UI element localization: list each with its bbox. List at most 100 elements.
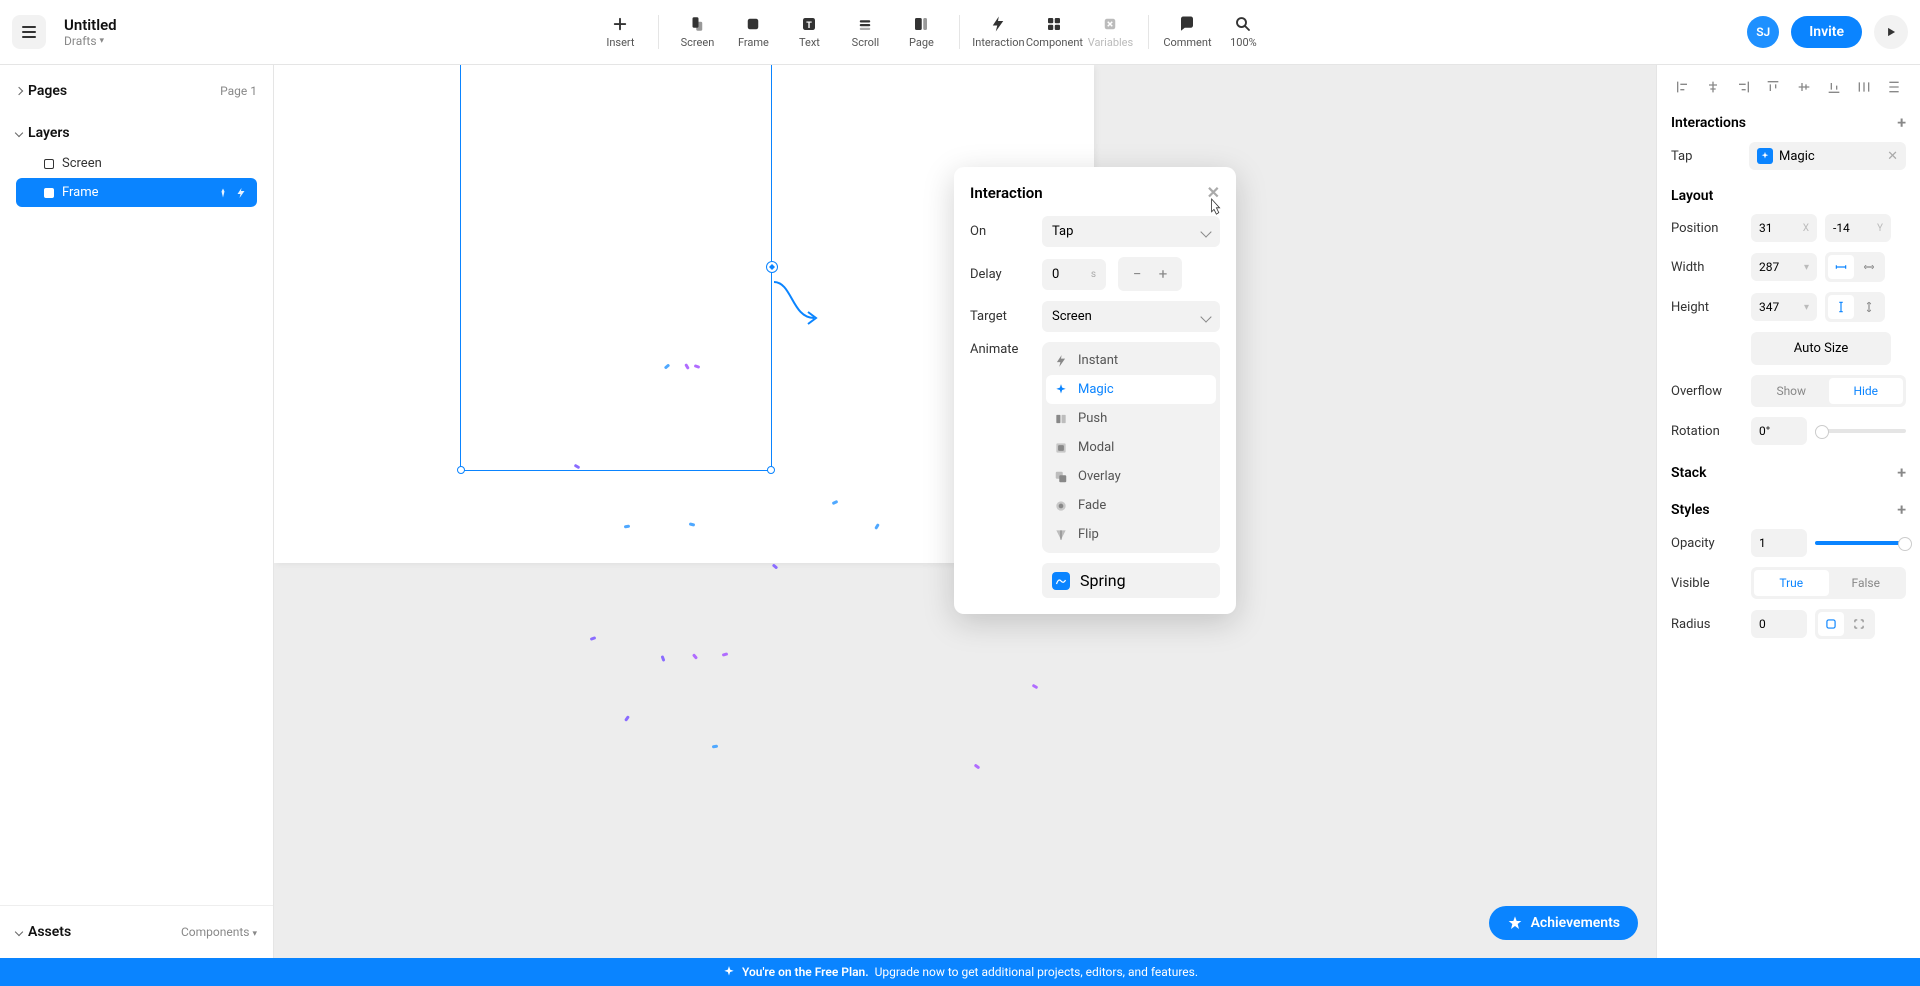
page-tool[interactable]: Page — [893, 9, 949, 55]
pos-y-input[interactable]: -14Y — [1825, 214, 1891, 242]
animate-list: Instant Magic Push Modal Overlay Fade Fl… — [1042, 342, 1220, 553]
height-label: Height — [1671, 300, 1743, 315]
assets-header[interactable]: Assets Components ▾ — [16, 916, 257, 948]
layer-frame[interactable]: Frame — [16, 178, 257, 207]
confetti — [974, 764, 981, 770]
on-select[interactable]: Tap — [1042, 216, 1220, 247]
opacity-input[interactable]: 1 — [1751, 529, 1807, 557]
anim-fade[interactable]: Fade — [1046, 491, 1216, 520]
anim-push[interactable]: Push — [1046, 404, 1216, 433]
width-fill[interactable] — [1856, 255, 1882, 279]
dist-v[interactable] — [1882, 75, 1906, 99]
doc-location[interactable]: Drafts▾ — [64, 34, 117, 48]
interaction-handle[interactable] — [766, 261, 778, 273]
user-avatar[interactable]: SJ — [1747, 16, 1779, 48]
width-fixed[interactable] — [1828, 255, 1854, 279]
achievements-button[interactable]: Achievements — [1489, 906, 1638, 940]
rotation-input[interactable]: 0° — [1751, 417, 1807, 445]
align-vcenter[interactable] — [1792, 75, 1816, 99]
auto-size-button[interactable]: Auto Size — [1751, 332, 1891, 365]
right-panel: Interactions+ Tap Magic ✕ Layout Positio… — [1656, 65, 1920, 958]
visible-false[interactable]: False — [1829, 570, 1904, 596]
add-stack[interactable]: + — [1897, 463, 1906, 482]
height-fill[interactable] — [1856, 295, 1882, 319]
width-input[interactable]: 287▾ — [1751, 253, 1817, 281]
comment-tool[interactable]: Comment — [1159, 9, 1215, 55]
play-button[interactable] — [1874, 15, 1908, 49]
trigger-label: Tap — [1671, 149, 1741, 164]
interaction-chip[interactable]: Magic ✕ — [1749, 142, 1906, 170]
insert-tool[interactable]: Insert — [592, 9, 648, 55]
align-left[interactable] — [1671, 75, 1695, 99]
assets-sub[interactable]: Components ▾ — [181, 925, 257, 939]
opacity-slider[interactable] — [1815, 541, 1906, 545]
svg-text:T: T — [807, 21, 813, 31]
spring-select[interactable]: Spring — [1042, 563, 1220, 598]
doc-title[interactable]: Untitled — [64, 16, 117, 34]
overflow-label: Overflow — [1671, 384, 1743, 399]
resize-handle-br[interactable] — [767, 466, 775, 474]
selected-frame[interactable] — [460, 65, 772, 471]
dist-h[interactable] — [1852, 75, 1876, 99]
canvas[interactable]: Interaction ✕ On Tap Delay 0s − + Target… — [274, 65, 1656, 958]
layers-header[interactable]: Layers — [16, 117, 257, 149]
anim-magic[interactable]: Magic — [1046, 375, 1216, 404]
layer-screen[interactable]: Screen — [16, 149, 257, 178]
animate-label: Animate — [970, 342, 1030, 357]
interaction-tool[interactable]: Interaction — [970, 9, 1026, 55]
radius-label: Radius — [1671, 617, 1743, 632]
doc-title-block: Untitled Drafts▾ — [64, 16, 117, 48]
resize-handle-bl[interactable] — [457, 466, 465, 474]
overflow-hide[interactable]: Hide — [1829, 378, 1904, 404]
opacity-label: Opacity — [1671, 536, 1743, 551]
align-bottom[interactable] — [1822, 75, 1846, 99]
menu-button[interactable] — [12, 15, 46, 49]
radius-individual[interactable] — [1846, 612, 1872, 636]
confetti — [772, 563, 779, 569]
variables-tool[interactable]: Variables — [1082, 9, 1138, 55]
visible-true[interactable]: True — [1754, 570, 1829, 596]
align-right[interactable] — [1731, 75, 1755, 99]
on-label: On — [970, 224, 1030, 239]
delay-input[interactable]: 0s — [1042, 259, 1106, 290]
screen-tool[interactable]: Screen — [669, 9, 725, 55]
rotation-slider[interactable] — [1815, 429, 1906, 433]
zoom-tool[interactable]: 100% — [1215, 9, 1271, 55]
text-tool[interactable]: T Text — [781, 9, 837, 55]
confetti — [712, 745, 718, 749]
confetti — [1032, 684, 1039, 690]
width-label: Width — [1671, 260, 1743, 275]
remove-interaction[interactable]: ✕ — [1887, 149, 1898, 164]
anim-modal[interactable]: Modal — [1046, 433, 1216, 462]
scroll-tool[interactable]: Scroll — [837, 9, 893, 55]
anim-instant[interactable]: Instant — [1046, 346, 1216, 375]
pages-header[interactable]: Pages Page 1 — [16, 75, 257, 107]
align-top[interactable] — [1761, 75, 1785, 99]
invite-button[interactable]: Invite — [1791, 16, 1862, 48]
upgrade-banner[interactable]: You're on the Free Plan. Upgrade now to … — [0, 958, 1920, 986]
overflow-show[interactable]: Show — [1754, 378, 1829, 404]
add-style[interactable]: + — [1897, 500, 1906, 519]
anim-flip[interactable]: Flip — [1046, 520, 1216, 549]
target-select[interactable]: Screen — [1042, 301, 1220, 332]
component-tool[interactable]: Component — [1026, 9, 1082, 55]
pos-x-input[interactable]: 31X — [1751, 214, 1817, 242]
height-input[interactable]: 347▾ — [1751, 293, 1817, 321]
keyframe-icon — [217, 187, 229, 199]
spring-icon — [1052, 572, 1070, 590]
delay-plus[interactable]: + — [1150, 263, 1176, 285]
popover-title: Interaction — [970, 184, 1043, 202]
layout-header: Layout — [1671, 188, 1713, 204]
delay-minus[interactable]: − — [1124, 263, 1150, 285]
align-hcenter[interactable] — [1701, 75, 1725, 99]
height-fixed[interactable] — [1828, 295, 1854, 319]
popover-close-button[interactable]: ✕ — [1207, 183, 1220, 202]
confetti — [590, 636, 597, 641]
frame-tool[interactable]: Frame — [725, 9, 781, 55]
add-interaction[interactable]: + — [1897, 113, 1906, 132]
stack-header: Stack — [1671, 465, 1706, 481]
radius-all[interactable] — [1818, 612, 1844, 636]
left-panel: Pages Page 1 Layers Screen Frame Assets — [0, 65, 274, 958]
radius-input[interactable]: 0 — [1751, 610, 1807, 638]
anim-overlay[interactable]: Overlay — [1046, 462, 1216, 491]
